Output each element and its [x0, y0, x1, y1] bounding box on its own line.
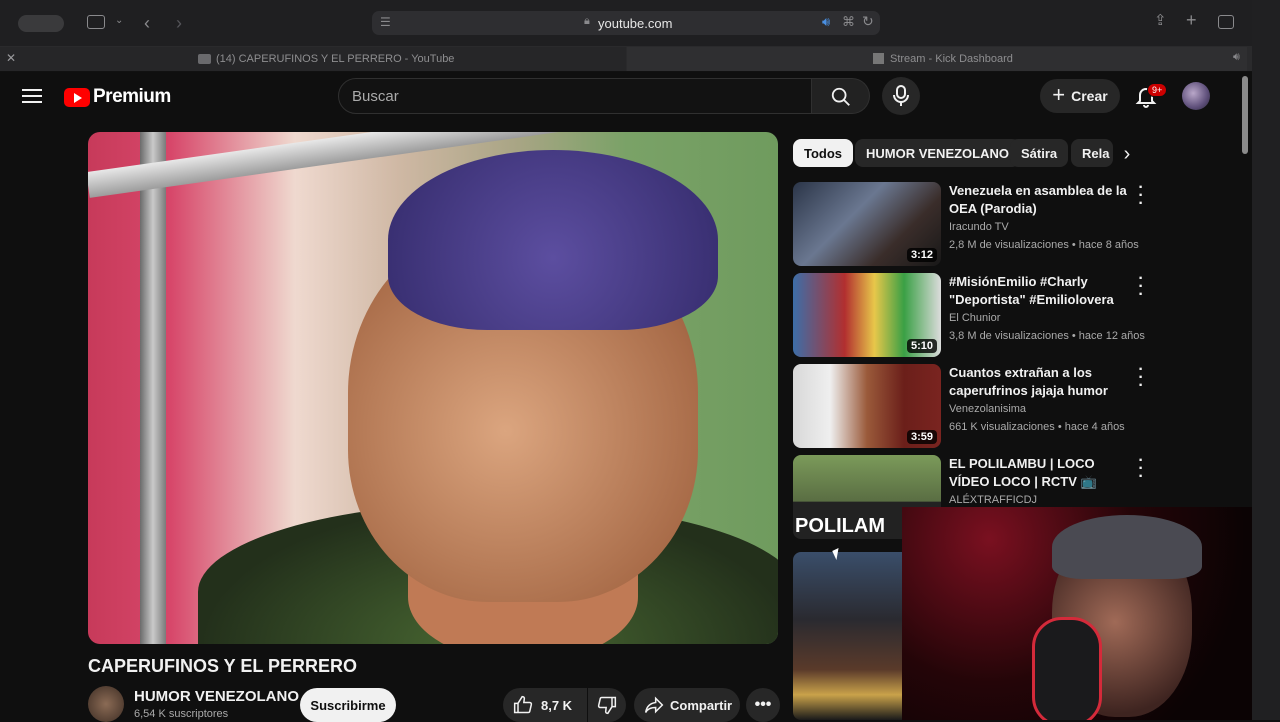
- subscriber-count: 6,54 K suscriptores: [134, 708, 229, 720]
- youtube-favicon-icon: [198, 54, 211, 64]
- create-button[interactable]: + Crear: [1040, 79, 1120, 113]
- video-title: CAPERUFINOS Y EL PERRERO: [88, 656, 358, 676]
- more-vertical-icon[interactable]: · · ·: [1133, 453, 1149, 485]
- duration-badge: 3:59: [906, 430, 937, 444]
- notification-badge: 9+: [1147, 83, 1168, 97]
- related-channel[interactable]: Venezolanisima: [949, 403, 1026, 415]
- browser-toolbar: ⌄ ‹ › ☰ 🔒︎ youtube.com 🔊︎ ⌘ ↻ ⇪ +: [0, 0, 1252, 46]
- lock-icon: 🔒︎: [584, 15, 590, 27]
- related-channel[interactable]: Iracundo TV: [949, 221, 1009, 233]
- search-input[interactable]: [352, 86, 792, 106]
- list-item[interactable]: 3:59 Cuantos extrañan a los caperufrinos…: [793, 362, 1153, 448]
- like-button[interactable]: 8,7 K: [503, 688, 587, 722]
- related-title[interactable]: #MisiónEmilio #Charly "Deportista" #Emil…: [949, 273, 1129, 309]
- close-tab-icon[interactable]: ✕: [6, 52, 16, 64]
- search-icon: [831, 87, 850, 106]
- menu-icon[interactable]: [22, 86, 42, 106]
- share-label: Compartir: [670, 697, 733, 713]
- share-button[interactable]: Compartir: [634, 688, 740, 722]
- chip-todos[interactable]: Todos: [793, 139, 854, 167]
- chip-rela[interactable]: Rela: [1071, 139, 1113, 167]
- more-vertical-icon[interactable]: · · ·: [1133, 271, 1149, 303]
- related-channel[interactable]: ALÉXTRAFFICDJ: [949, 494, 1037, 506]
- youtube-play-icon: [64, 87, 90, 107]
- channel-avatar[interactable]: [88, 686, 124, 722]
- duration-badge: 5:10: [906, 339, 937, 353]
- kick-favicon-icon: [873, 53, 884, 64]
- share-icon[interactable]: ⇪: [1154, 13, 1167, 28]
- translate-icon[interactable]: ⌘: [842, 15, 855, 28]
- voice-search-button[interactable]: [882, 77, 920, 115]
- new-tab-icon[interactable]: +: [1186, 11, 1197, 29]
- subscribe-button[interactable]: Suscribirme: [300, 688, 396, 722]
- list-item[interactable]: 3:12 Venezuela en asamblea de la OEA (Pa…: [793, 180, 1153, 266]
- duration-badge: 3:12: [906, 248, 937, 262]
- thumbs-down-icon: [597, 696, 617, 715]
- traffic-light-area: [18, 15, 64, 32]
- back-icon[interactable]: ‹: [144, 14, 150, 32]
- reload-icon[interactable]: ↻: [862, 14, 874, 28]
- share-arrow-icon: [644, 696, 664, 714]
- related-meta: 2,8 M de visualizaciones • hace 8 años: [949, 239, 1139, 251]
- audio-icon[interactable]: 🔊︎: [822, 15, 830, 28]
- related-title[interactable]: Cuantos extrañan a los caperufrinos jaja…: [949, 364, 1129, 400]
- forward-icon[interactable]: ›: [176, 14, 182, 32]
- dislike-button[interactable]: [588, 688, 626, 722]
- more-vertical-icon[interactable]: · · ·: [1133, 362, 1149, 394]
- tab-kick[interactable]: Stream - Kick Dashboard 🔊︎: [627, 47, 1247, 71]
- chip-humor-venezolano[interactable]: HUMOR VENEZOLANO: [855, 139, 1020, 167]
- chevron-right-icon[interactable]: ›: [1114, 141, 1140, 167]
- window-edge: [1252, 0, 1280, 720]
- related-meta: 3,8 M de visualizaciones • hace 12 años: [949, 330, 1145, 342]
- thumbnail-text: POLILAM: [795, 515, 885, 537]
- more-horizontal-icon: •••: [754, 696, 772, 713]
- youtube-logo[interactable]: Premium: [64, 86, 171, 108]
- microphone-icon: [893, 85, 909, 106]
- related-title[interactable]: Venezuela en asamblea de la OEA (Parodia…: [949, 182, 1129, 218]
- sidebar-toggle-icon[interactable]: [87, 15, 105, 29]
- video-thumbnail[interactable]: 3:12: [793, 182, 941, 266]
- plus-icon: +: [1052, 82, 1066, 107]
- more-vertical-icon[interactable]: · · ·: [1133, 180, 1149, 212]
- tab-overview-icon[interactable]: [1218, 15, 1234, 29]
- page-settings-icon[interactable]: ☰: [380, 16, 391, 28]
- related-channel[interactable]: El Chunior: [949, 312, 1000, 324]
- like-count: 8,7 K: [541, 697, 573, 713]
- avatar[interactable]: [1182, 82, 1210, 110]
- tab-audio-icon[interactable]: 🔊︎: [1233, 52, 1240, 63]
- chip-satira[interactable]: Sátira: [1010, 139, 1069, 167]
- related-title[interactable]: EL POLILAMBU | LOCO VÍDEO LOCO | RCTV 📺: [949, 455, 1129, 491]
- logo-text: Premium: [93, 86, 171, 107]
- create-label: Crear: [1071, 88, 1108, 104]
- more-actions-button[interactable]: •••: [746, 688, 780, 722]
- video-player[interactable]: [88, 132, 778, 644]
- webcam-overlay: [902, 507, 1252, 720]
- chevron-down-icon[interactable]: ⌄: [115, 16, 123, 26]
- tab-label: Stream - Kick Dashboard: [890, 53, 1013, 65]
- url-text[interactable]: youtube.com: [598, 16, 672, 31]
- channel-name[interactable]: HUMOR VENEZOLANO: [134, 688, 299, 705]
- thumbs-up-icon: [513, 695, 533, 714]
- related-meta: 661 K visualizaciones • hace 4 años: [949, 421, 1125, 433]
- tab-youtube[interactable]: ✕ (14) CAPERUFINOS Y EL PERRERO - YouTub…: [0, 47, 626, 71]
- list-item[interactable]: 5:10 #MisiónEmilio #Charly "Deportista" …: [793, 271, 1153, 357]
- search-button[interactable]: [812, 78, 870, 114]
- tab-label: (14) CAPERUFINOS Y EL PERRERO - YouTube: [216, 53, 455, 65]
- video-thumbnail[interactable]: 5:10: [793, 273, 941, 357]
- video-thumbnail[interactable]: 3:59: [793, 364, 941, 448]
